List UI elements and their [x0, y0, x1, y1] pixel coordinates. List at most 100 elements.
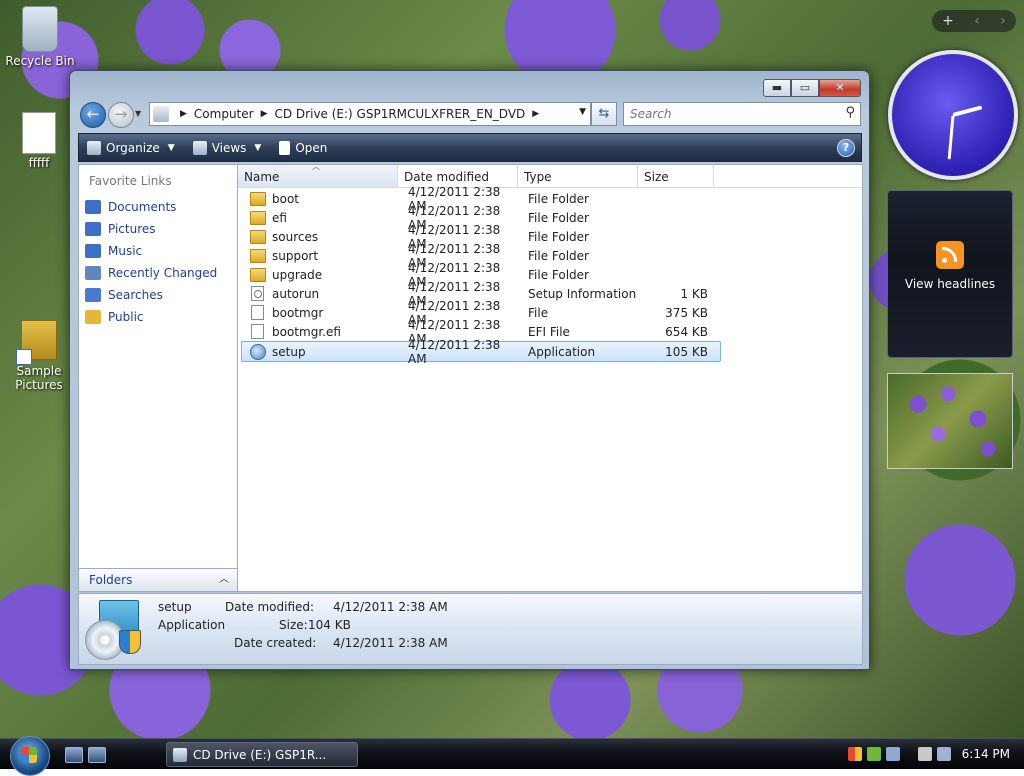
navigation-bar: ← → ▼ ▶ Computer ▶ CD Drive (E:) GSP1RMC… [78, 101, 861, 128]
desktop-icon-label: Recycle Bin [5, 54, 75, 68]
next-gadget-button[interactable]: › [1000, 13, 1006, 29]
details-pane: setup Application Date modified: 4/12/20… [78, 593, 863, 665]
favorite-link-music[interactable]: Music [79, 240, 237, 262]
breadcrumb-cd-drive[interactable]: CD Drive (E:) GSP1RMCULXFRER_EN_DVD [275, 107, 526, 121]
breadcrumb-chevron-icon[interactable]: ▶ [180, 109, 187, 119]
file-type: File Folder [528, 191, 589, 206]
file-size: 654 KB [665, 324, 708, 339]
close-button[interactable]: ✕ [819, 79, 861, 97]
folders-toggle[interactable]: Folders ︿ [78, 568, 238, 592]
feed-headlines-gadget[interactable]: View headlines [887, 190, 1013, 358]
breadcrumb-chevron-icon[interactable]: ▶ [261, 109, 268, 119]
desktop-icon-label: fffff [28, 156, 50, 170]
help-button[interactable]: ? [837, 139, 855, 157]
show-desktop-icon[interactable] [65, 747, 83, 763]
favorite-link-label: Pictures [108, 222, 156, 236]
file-icon [251, 324, 264, 339]
favorite-link-recently-changed[interactable]: Recently Changed [79, 262, 237, 284]
minimize-button[interactable]: ▬ [763, 79, 791, 97]
prev-gadget-button[interactable]: ‹ [974, 13, 980, 29]
open-icon [279, 140, 291, 155]
clock-minute-hand [947, 115, 955, 160]
pictures-icon [85, 222, 101, 236]
file-type: Setup Information [528, 286, 637, 301]
folder-icon [250, 248, 266, 263]
desktop-icon-sample-pictures[interactable]: Sample Pictures [1, 320, 77, 392]
file-type: Application [528, 344, 596, 359]
details-created-label: Date created: [234, 636, 317, 650]
public-icon [85, 310, 101, 324]
file-type: File [528, 305, 549, 320]
recently-changed-icon [85, 266, 101, 280]
file-name: upgrade [272, 267, 323, 282]
favorite-link-pictures[interactable]: Pictures [79, 218, 237, 240]
security-shield-icon[interactable] [847, 747, 862, 761]
file-list: ︿ Name Date modified Type Size boot 4/12/2… [237, 162, 863, 592]
start-button[interactable] [10, 736, 50, 776]
file-name-cell: upgrade [242, 267, 402, 282]
file-name: setup [272, 344, 306, 359]
refresh-button[interactable]: ⇆ [591, 102, 617, 126]
column-header-type[interactable]: Type [518, 165, 638, 187]
folders-label: Folders [89, 573, 133, 587]
desktop-icon-recycle-bin[interactable]: Recycle Bin [2, 6, 78, 68]
clock-gadget[interactable] [888, 50, 1018, 180]
column-header-name[interactable]: ︿ Name [238, 162, 398, 187]
clock-hour-hand [952, 105, 983, 117]
file-name-cell: autorun [242, 286, 402, 301]
recycle-bin-icon [22, 6, 58, 52]
breadcrumb-computer[interactable]: Computer [194, 107, 254, 121]
favorite-link-searches[interactable]: Searches [79, 284, 237, 306]
application-icon [250, 343, 266, 360]
recent-pages-dropdown[interactable]: ▼ [135, 109, 141, 118]
favorite-link-public[interactable]: Public [79, 306, 237, 328]
back-arrow-icon: ← [86, 105, 100, 123]
chevron-down-icon: ▼ [167, 142, 175, 153]
clock-time[interactable]: 6:14 PM [962, 747, 1010, 761]
file-name: efi [272, 210, 287, 225]
file-name: bootmgr.efi [272, 324, 341, 339]
search-box[interactable]: ⚲ [623, 102, 861, 126]
desktop-icon-fffff[interactable]: fffff [1, 112, 77, 170]
slideshow-gadget[interactable] [887, 373, 1013, 469]
column-header-size[interactable]: Size [638, 165, 714, 187]
volume-icon[interactable] [917, 747, 932, 761]
setup-information-icon [251, 286, 264, 301]
file-type: File Folder [528, 229, 589, 244]
back-button[interactable]: ← [80, 102, 106, 128]
navigation-pane: Favorite Links Documents Pictures Music Rec… [78, 164, 238, 591]
maximize-button[interactable]: ▭ [791, 79, 819, 97]
search-icon[interactable]: ⚲ [845, 105, 855, 120]
address-dropdown-icon[interactable]: ▼ [579, 107, 586, 117]
breadcrumb-chevron-icon[interactable]: ▶ [532, 109, 539, 119]
chevron-up-icon: ︿ [219, 574, 229, 585]
add-gadget-button[interactable]: + [942, 13, 954, 29]
refresh-icon: ⇆ [598, 106, 610, 121]
connection-icon[interactable] [936, 747, 951, 761]
file-row[interactable]: setup 4/12/2011 2:38 AM Application 105 KB [241, 338, 721, 366]
address-bar[interactable]: ▶ Computer ▶ CD Drive (E:) GSP1RMCULXFRE… [149, 102, 591, 126]
folder-icon [250, 191, 266, 206]
taskbar-button-label: CD Drive (E:) GSP1R... [193, 747, 327, 762]
views-button[interactable]: Views ▼ [192, 140, 261, 155]
network-icon[interactable] [866, 747, 881, 761]
details-name: setup [158, 600, 192, 614]
favorite-link-label: Recently Changed [108, 266, 218, 280]
organize-button[interactable]: Organize ▼ [87, 140, 175, 155]
file-name: bootmgr [272, 305, 324, 320]
language-icon[interactable] [885, 747, 900, 761]
taskbar-button-cd-drive[interactable]: CD Drive (E:) GSP1R... [166, 742, 358, 767]
sort-ascending-icon: ︿ [312, 162, 320, 171]
file-type: File Folder [528, 210, 589, 225]
switch-windows-icon[interactable] [88, 747, 106, 763]
file-name-cell: support [242, 248, 402, 263]
desktop-icon-label: Sample Pictures [15, 364, 63, 392]
sidebar-controls: + ‹ › [932, 10, 1016, 32]
forward-button[interactable]: → [108, 102, 134, 128]
favorite-link-documents[interactable]: Documents [79, 196, 237, 218]
search-input[interactable] [628, 106, 832, 122]
file-name: support [272, 248, 319, 263]
open-button[interactable]: Open [279, 140, 327, 155]
file-type: EFI File [528, 324, 570, 339]
organize-label: Organize [106, 140, 160, 155]
